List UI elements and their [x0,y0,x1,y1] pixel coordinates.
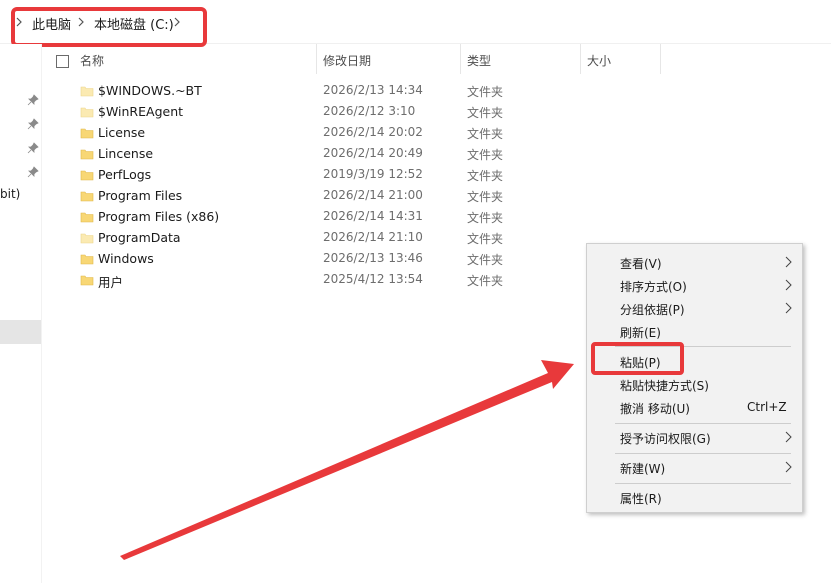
chevron-right-icon [785,461,792,473]
menu-item-undo-move[interactable]: 撤消 移动(U) Ctrl+Z [587,396,802,418]
file-name: Program Files (x86) [98,209,220,224]
file-modified: 2026/2/12 3:10 [323,104,416,118]
menu-item-new[interactable]: 新建(W) [587,456,802,478]
menu-item-group-by[interactable]: 分组依据(P) [587,297,802,319]
file-name: 用户 [98,275,124,290]
menu-separator [615,483,791,484]
file-modified: 2026/2/13 13:46 [323,251,423,265]
address-highlight-box [11,7,207,47]
column-header: 名称 修改日期 类型 大小 [44,44,831,78]
file-type: 文件夹 [467,232,504,246]
paste-highlight-box [591,342,684,375]
chevron-right-icon [785,431,792,443]
header-name[interactable]: 名称 [74,44,104,78]
chevron-right-icon [785,256,792,268]
file-type: 文件夹 [467,169,504,183]
menu-separator [615,453,791,454]
folder-icon [80,191,94,202]
header-modified[interactable]: 修改日期 [317,44,371,78]
folder-icon [80,128,94,139]
column-divider[interactable] [660,44,661,74]
menu-item-refresh[interactable]: 刷新(E) [587,320,802,342]
file-name: $WinREAgent [98,104,184,119]
file-row[interactable]: $WINDOWS.~BT 2026/2/13 14:34 文件夹 [44,81,604,102]
file-name: PerfLogs [98,167,152,182]
context-menu: 查看(V) 排序方式(O) 分组依据(P) 刷新(E) 粘贴(P) 粘贴快捷方式… [586,243,803,513]
file-row[interactable]: Windows 2026/2/13 13:46 文件夹 [44,249,604,270]
file-row[interactable]: ProgramData 2026/2/14 21:10 文件夹 [44,228,604,249]
file-row[interactable]: 用户 2025/4/12 13:54 文件夹 [44,270,604,291]
file-type: 文件夹 [467,127,504,141]
file-modified: 2026/2/14 21:00 [323,188,423,202]
pin-icon[interactable] [27,142,39,154]
file-modified: 2026/2/14 21:10 [323,230,423,244]
file-row[interactable]: License 2026/2/14 20:02 文件夹 [44,123,604,144]
file-type: 文件夹 [467,211,504,225]
file-name: Lincense [98,146,154,161]
pin-icon[interactable] [27,166,39,178]
menu-separator [615,423,791,424]
menu-item-sort-by[interactable]: 排序方式(O) [587,274,802,296]
pin-icon[interactable] [27,118,39,130]
menu-item-view[interactable]: 查看(V) [587,251,802,273]
file-type: 文件夹 [467,190,504,204]
nav-item-label[interactable]: bit) [0,187,20,201]
file-modified: 2025/4/12 13:54 [323,272,423,286]
select-all-checkbox[interactable] [56,55,69,68]
file-name: License [98,125,146,140]
file-row[interactable]: $WinREAgent 2026/2/12 3:10 文件夹 [44,102,604,123]
file-name: ProgramData [98,230,181,245]
menu-shortcut: Ctrl+Z [747,400,787,414]
file-row[interactable]: PerfLogs 2019/3/19 12:52 文件夹 [44,165,604,186]
folder-icon [80,149,94,160]
chevron-right-icon [785,302,792,314]
folder-icon [80,107,94,118]
folder-icon [80,86,94,97]
chevron-right-icon [785,279,792,291]
navigation-pane: bit) [0,44,42,583]
file-name: $WINDOWS.~BT [98,83,202,98]
file-type: 文件夹 [467,253,504,267]
file-row[interactable]: Program Files 2026/2/14 21:00 文件夹 [44,186,604,207]
file-type: 文件夹 [467,274,504,288]
folder-icon [80,275,94,286]
file-row[interactable]: Program Files (x86) 2026/2/14 14:31 文件夹 [44,207,604,228]
menu-item-give-access[interactable]: 授予访问权限(G) [587,426,802,448]
folder-icon [80,170,94,181]
file-type: 文件夹 [467,148,504,162]
file-modified: 2026/2/14 20:02 [323,125,423,139]
header-type[interactable]: 类型 [461,44,491,78]
file-modified: 2026/2/14 14:31 [323,209,423,223]
file-type: 文件夹 [467,85,504,99]
pin-icon[interactable] [27,94,39,106]
file-name: Program Files [98,188,183,203]
file-row[interactable]: Lincense 2026/2/14 20:49 文件夹 [44,144,604,165]
file-type: 文件夹 [467,106,504,120]
menu-item-properties[interactable]: 属性(R) [587,486,802,508]
header-size[interactable]: 大小 [581,44,611,78]
folder-icon [80,233,94,244]
file-modified: 2026/2/13 14:34 [323,83,423,97]
file-modified: 2026/2/14 20:49 [323,146,423,160]
file-modified: 2019/3/19 12:52 [323,167,423,181]
nav-selected-item[interactable] [0,320,41,344]
file-name: Windows [98,251,154,266]
folder-icon [80,212,94,223]
menu-item-paste-shortcut[interactable]: 粘贴快捷方式(S) [587,373,802,395]
folder-icon [80,254,94,265]
